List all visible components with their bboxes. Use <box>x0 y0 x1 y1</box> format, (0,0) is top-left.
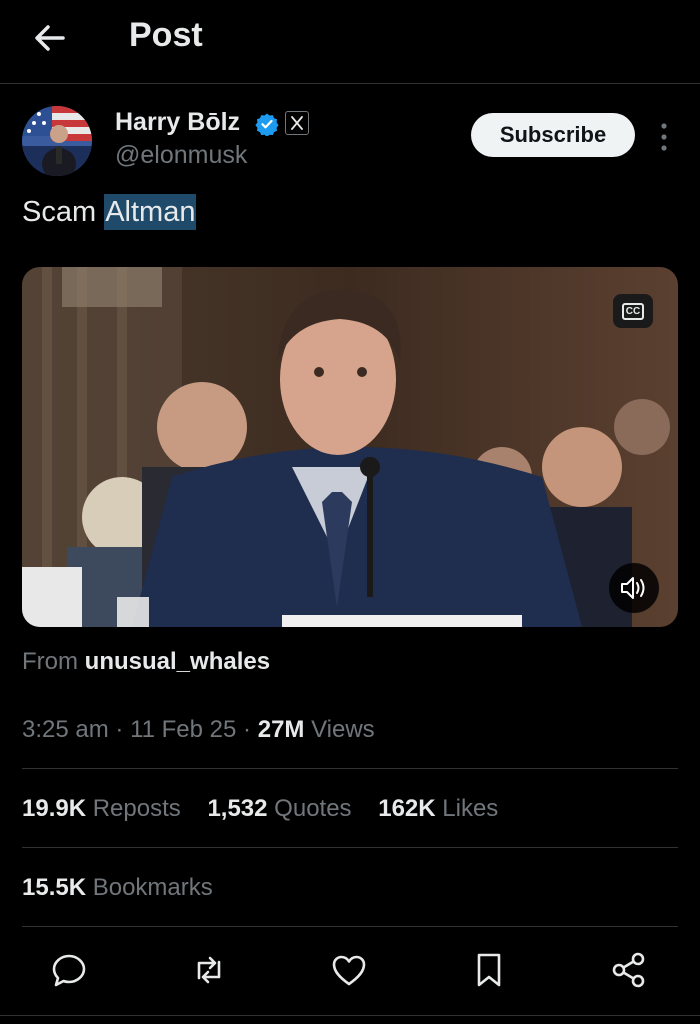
video-player[interactable] <box>22 267 678 627</box>
repost-icon[interactable] <box>189 950 229 990</box>
tweet-text-selected: Altman <box>104 194 197 230</box>
more-options-icon[interactable] <box>652 120 676 154</box>
quotes-label: Quotes <box>274 795 352 822</box>
page-title: Post <box>129 16 203 54</box>
author-handle[interactable]: @elonmusk <box>115 141 247 170</box>
bookmarks-label: Bookmarks <box>92 874 213 901</box>
source-prefix: From <box>22 648 78 675</box>
verified-badge-icon <box>255 113 279 136</box>
meta-separator: · <box>115 716 124 743</box>
reposts-count: 19.9K <box>22 795 87 822</box>
avatar[interactable] <box>22 106 92 176</box>
likes-label: Likes <box>442 795 499 822</box>
like-icon[interactable] <box>329 950 369 990</box>
engagement-stats: 19.9K Reposts 1,532 Quotes 162K Likes <box>22 795 518 823</box>
volume-icon[interactable] <box>609 563 659 613</box>
views-label: Views <box>311 716 375 743</box>
bottom-divider <box>0 1015 700 1016</box>
views-count: 27M <box>257 716 305 743</box>
likes-count: 162K <box>378 795 436 822</box>
source-account-link[interactable]: unusual_whales <box>85 648 270 675</box>
bookmark-icon[interactable] <box>469 950 509 990</box>
arrow-left-icon[interactable] <box>30 18 70 58</box>
quotes-stat[interactable]: 1,532 Quotes <box>207 795 351 822</box>
divider <box>22 847 678 848</box>
reply-icon[interactable] <box>49 950 89 990</box>
divider <box>22 768 678 769</box>
tweet-text-plain: Scam <box>22 196 105 228</box>
subscribe-button[interactable]: Subscribe <box>471 113 635 157</box>
likes-stat[interactable]: 162K Likes <box>378 795 498 822</box>
bookmarks-count: 15.5K <box>22 874 87 901</box>
bookmarks-stat[interactable]: 15.5K Bookmarks <box>22 874 213 902</box>
top-bar: Post <box>0 0 700 84</box>
divider <box>22 926 678 927</box>
post-date[interactable]: 11 Feb 25 <box>130 716 236 743</box>
x-affiliate-badge-icon <box>285 111 309 135</box>
meta-separator: · <box>243 716 252 743</box>
post-meta: 3:25 am · 11 Feb 25 · 27M Views <box>22 716 375 744</box>
post-time[interactable]: 3:25 am <box>22 716 109 743</box>
captions-button[interactable]: CC <box>613 294 653 328</box>
cc-label: CC <box>621 302 645 320</box>
source-attribution: From unusual_whales <box>22 648 270 676</box>
author-name[interactable]: Harry Bōlz <box>115 108 240 137</box>
reposts-stat[interactable]: 19.9K Reposts <box>22 795 181 822</box>
share-icon[interactable] <box>609 950 649 990</box>
tweet-text: Scam Altman <box>22 194 197 230</box>
reposts-label: Reposts <box>92 795 181 822</box>
quotes-count: 1,532 <box>207 795 268 822</box>
